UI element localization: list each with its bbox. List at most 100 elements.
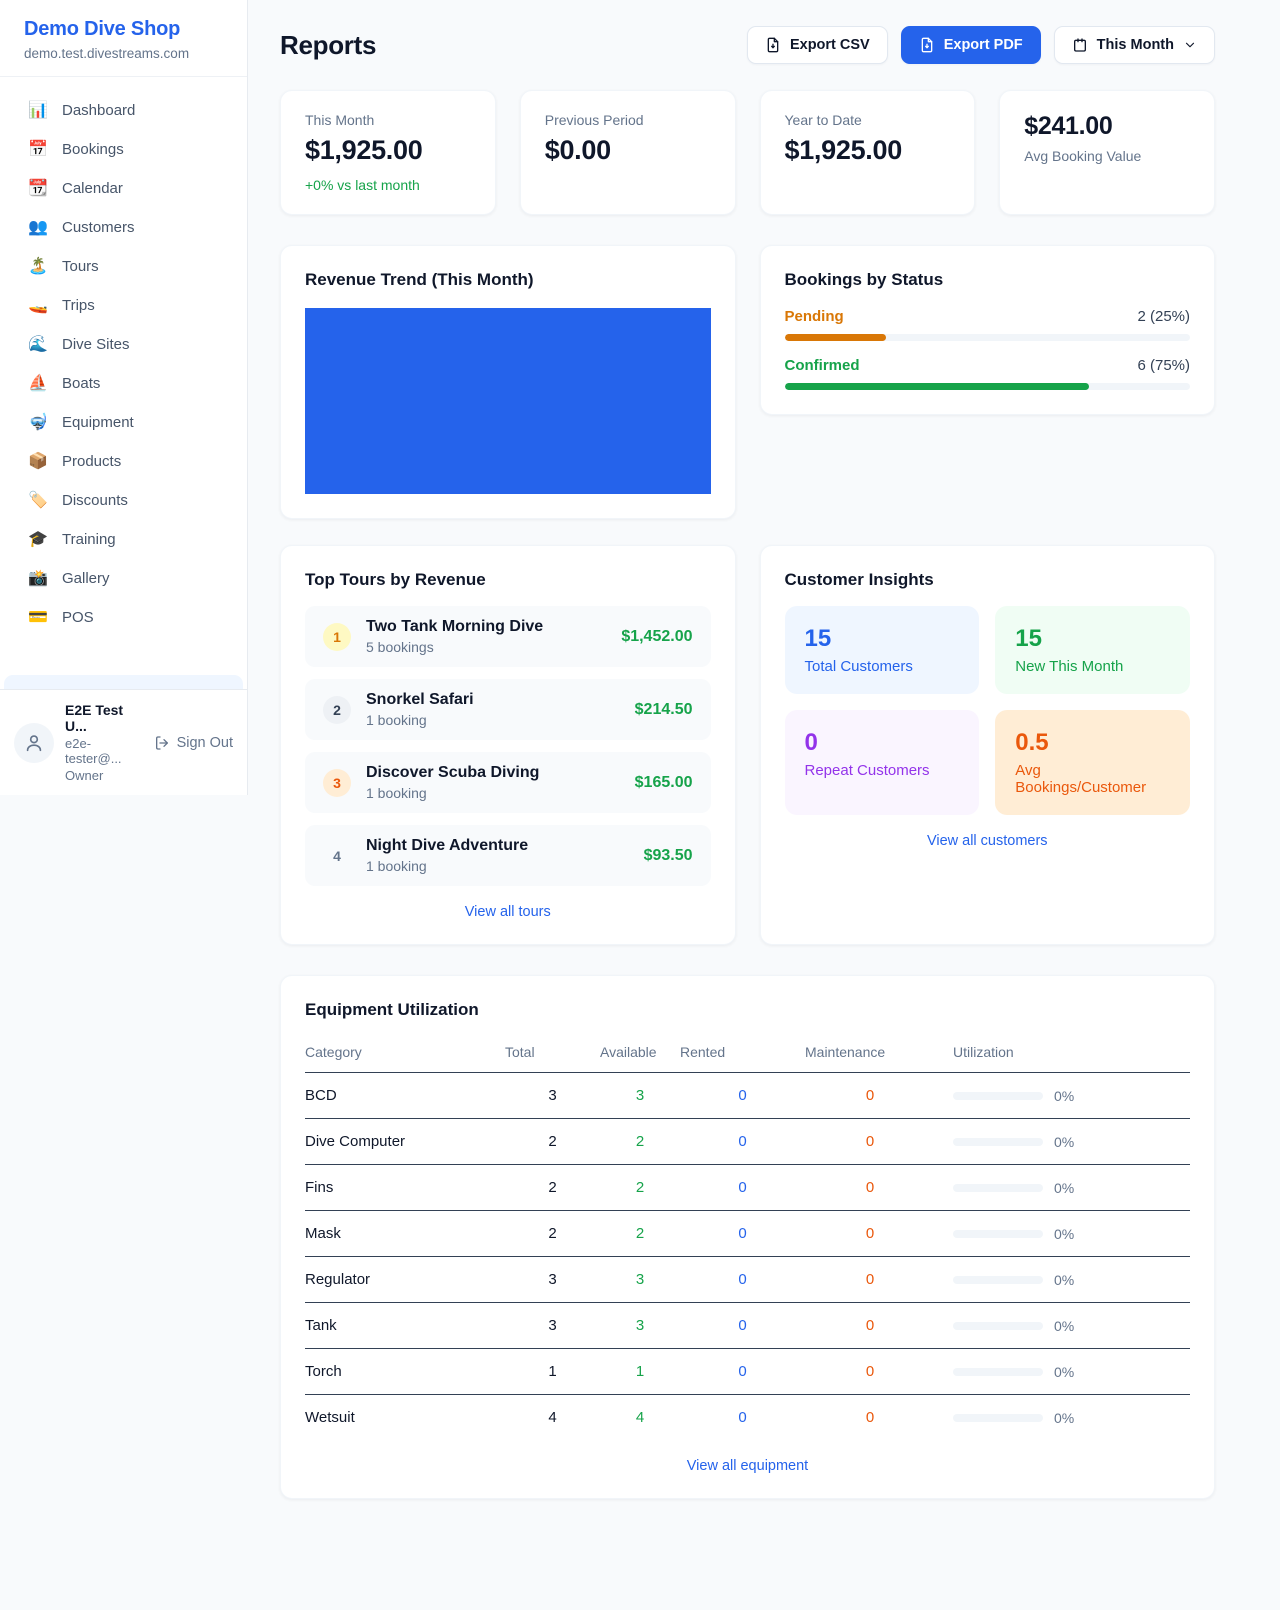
sidebar-item-label: Tours: [62, 258, 99, 275]
sidebar-item-tours[interactable]: 🏝️ Tours: [12, 249, 235, 284]
sidebar-item-equipment[interactable]: 🤿 Equipment: [12, 405, 235, 440]
revenue-trend-title: Revenue Trend (This Month): [305, 270, 711, 290]
export-pdf-label: Export PDF: [944, 37, 1023, 53]
stat-value: $1,925.00: [305, 135, 471, 166]
revenue-trend-card: Revenue Trend (This Month): [280, 245, 736, 519]
sidebar-item-gallery[interactable]: 📸 Gallery: [12, 561, 235, 596]
table-row: Mask 2 2 0 0 0%: [305, 1211, 1190, 1257]
sidebar-item-label: Equipment: [62, 414, 134, 431]
sidebar-nav: 📊 Dashboard 📅 Bookings 📆 Calendar 👥 Cust…: [0, 77, 247, 675]
cell-utilization: 0%: [935, 1303, 1190, 1349]
cell-utilization: 0%: [935, 1165, 1190, 1211]
status-count: 6 (75%): [1137, 357, 1190, 374]
cell-category: Tank: [305, 1303, 505, 1349]
stat-delta: +0% vs last month: [305, 177, 471, 193]
page-title: Reports: [280, 30, 376, 61]
insight-label: Repeat Customers: [805, 762, 960, 779]
view-all-equipment-link[interactable]: View all equipment: [305, 1458, 1190, 1474]
sidebar-item-label: Bookings: [62, 141, 124, 158]
stat-value: $1,925.00: [785, 135, 951, 166]
dive-sites-icon: 🌊: [28, 337, 48, 353]
table-row: Dive Computer 2 2 0 0 0%: [305, 1119, 1190, 1165]
stats-row: This Month $1,925.00 +0% vs last month P…: [280, 90, 1215, 215]
cell-total: 3: [505, 1303, 600, 1349]
cell-maintenance: 0: [805, 1211, 935, 1257]
tour-revenue: $1,452.00: [621, 628, 692, 646]
equipment-icon: 🤿: [28, 415, 48, 431]
cell-maintenance: 0: [805, 1349, 935, 1395]
tour-list-item: 3 Discover Scuba Diving 1 booking $165.0…: [305, 752, 711, 813]
chevron-down-icon: [1183, 38, 1197, 52]
top-tours-card: Top Tours by Revenue 1 Two Tank Morning …: [280, 545, 736, 945]
stat-label: This Month: [305, 112, 471, 128]
customer-insights-title: Customer Insights: [785, 570, 1191, 590]
sidebar-item-reports-active-partial[interactable]: [4, 675, 243, 689]
sidebar-item-customers[interactable]: 👥 Customers: [12, 210, 235, 245]
stat-value: $241.00: [1024, 112, 1190, 141]
sign-out-label: Sign Out: [177, 735, 233, 751]
cell-total: 2: [505, 1211, 600, 1257]
column-header: Available: [600, 1034, 680, 1073]
utilization-percent: 0%: [1054, 1134, 1074, 1150]
status-bar-fill: [785, 383, 1089, 390]
insight-label: Avg Bookings/Customer: [1015, 762, 1170, 796]
tour-revenue: $214.50: [635, 701, 693, 719]
user-name: E2E Test U...: [65, 702, 143, 734]
tour-list-item: 2 Snorkel Safari 1 booking $214.50: [305, 679, 711, 740]
file-icon: [919, 37, 935, 53]
cell-maintenance: 0: [805, 1257, 935, 1303]
stat-label: Year to Date: [785, 112, 951, 128]
cell-category: Fins: [305, 1165, 505, 1211]
column-header: Total: [505, 1034, 600, 1073]
sidebar-item-trips[interactable]: 🚤 Trips: [12, 288, 235, 323]
cell-available: 2: [600, 1165, 680, 1211]
view-all-tours-link[interactable]: View all tours: [305, 904, 711, 920]
utilization-percent: 0%: [1054, 1088, 1074, 1104]
utilization-bar: [953, 1276, 1043, 1284]
sidebar-item-bookings[interactable]: 📅 Bookings: [12, 132, 235, 167]
sidebar-item-calendar[interactable]: 📆 Calendar: [12, 171, 235, 206]
cell-category: Dive Computer: [305, 1119, 505, 1165]
status-bar-fill: [785, 334, 886, 341]
rank-badge: 4: [323, 842, 351, 870]
header-actions: Export CSV Export PDF This Month: [747, 26, 1215, 64]
stat-label: Previous Period: [545, 112, 711, 128]
cell-rented: 0: [680, 1303, 805, 1349]
rank-badge: 1: [323, 623, 351, 651]
sidebar-item-label: Customers: [62, 219, 135, 236]
period-dropdown[interactable]: This Month: [1054, 26, 1215, 64]
sidebar-item-products[interactable]: 📦 Products: [12, 444, 235, 479]
sidebar-item-label: Discounts: [62, 492, 128, 509]
sidebar-item-discounts[interactable]: 🏷️ Discounts: [12, 483, 235, 518]
utilization-percent: 0%: [1054, 1226, 1074, 1242]
table-row: Tank 3 3 0 0 0%: [305, 1303, 1190, 1349]
status-label: Confirmed: [785, 357, 860, 374]
sidebar-item-pos[interactable]: 💳 POS: [12, 600, 235, 635]
avatar: [14, 723, 54, 763]
sidebar-item-dashboard[interactable]: 📊 Dashboard: [12, 93, 235, 128]
sidebar-item-training[interactable]: 🎓 Training: [12, 522, 235, 557]
sidebar-item-label: Products: [62, 453, 121, 470]
boats-icon: ⛵: [28, 376, 48, 392]
cell-available: 2: [600, 1211, 680, 1257]
shop-name: Demo Dive Shop: [24, 18, 223, 41]
sign-out-icon: [154, 735, 170, 751]
export-pdf-button[interactable]: Export PDF: [901, 26, 1041, 64]
insight-tile: 15 Total Customers: [785, 606, 980, 694]
insight-tile: 0.5 Avg Bookings/Customer: [995, 710, 1190, 815]
customers-icon: 👥: [28, 220, 48, 236]
export-csv-button[interactable]: Export CSV: [747, 26, 888, 64]
cell-maintenance: 0: [805, 1119, 935, 1165]
cell-category: BCD: [305, 1073, 505, 1119]
sidebar-item-boats[interactable]: ⛵ Boats: [12, 366, 235, 401]
sidebar-item-dive-sites[interactable]: 🌊 Dive Sites: [12, 327, 235, 362]
insight-tiles: 15 Total Customers 15 New This Month 0 R…: [785, 606, 1191, 815]
equipment-utilization-title: Equipment Utilization: [305, 1000, 1190, 1020]
sidebar-item-label: Dive Sites: [62, 336, 130, 353]
cell-maintenance: 0: [805, 1303, 935, 1349]
status-row: Pending 2 (25%): [785, 308, 1191, 341]
sign-out-button[interactable]: Sign Out: [154, 735, 233, 751]
tour-info: Snorkel Safari 1 booking: [366, 691, 620, 728]
view-all-customers-link[interactable]: View all customers: [785, 833, 1191, 849]
utilization-percent: 0%: [1054, 1272, 1074, 1288]
